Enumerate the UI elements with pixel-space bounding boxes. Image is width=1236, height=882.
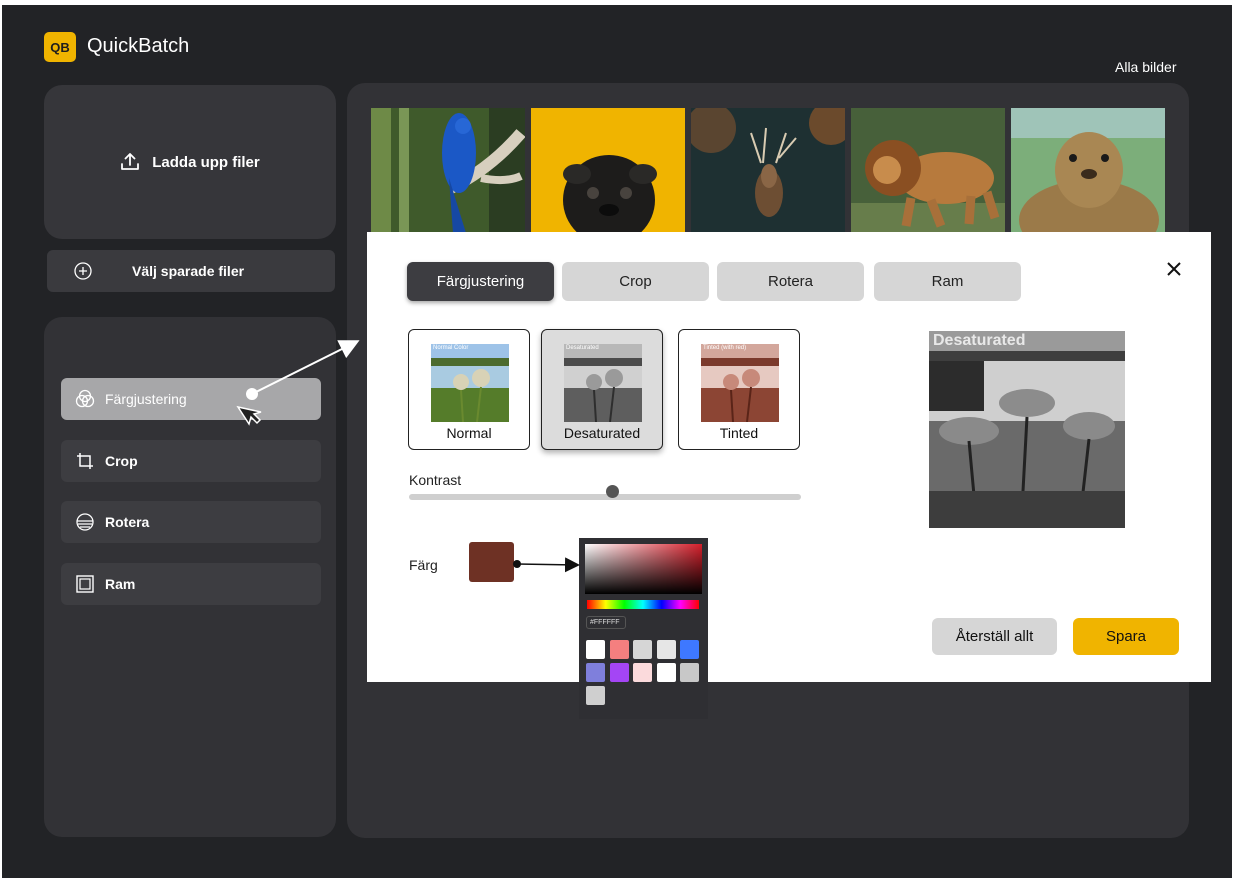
arrow-origin-dot	[246, 388, 258, 400]
cursor-icon	[236, 405, 262, 426]
annotation-overlay	[236, 340, 580, 573]
app-window: QB QuickBatch Alla bilder Ladda upp file…	[2, 5, 1232, 878]
flow-arrow	[251, 340, 360, 395]
picker-arrow	[516, 557, 580, 573]
picker-arrow-dot	[513, 560, 521, 568]
